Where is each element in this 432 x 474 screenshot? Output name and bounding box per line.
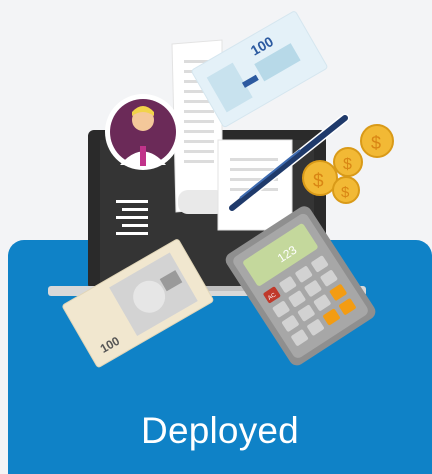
- coin-symbol: $: [313, 171, 324, 192]
- avatar: [105, 94, 181, 170]
- finance-illustration: 100 $ $ $ $ 100 123 AC: [48, 11, 394, 368]
- coin-symbol: $: [371, 133, 381, 153]
- coin-symbol: $: [343, 156, 352, 173]
- coin-symbol: $: [341, 184, 350, 201]
